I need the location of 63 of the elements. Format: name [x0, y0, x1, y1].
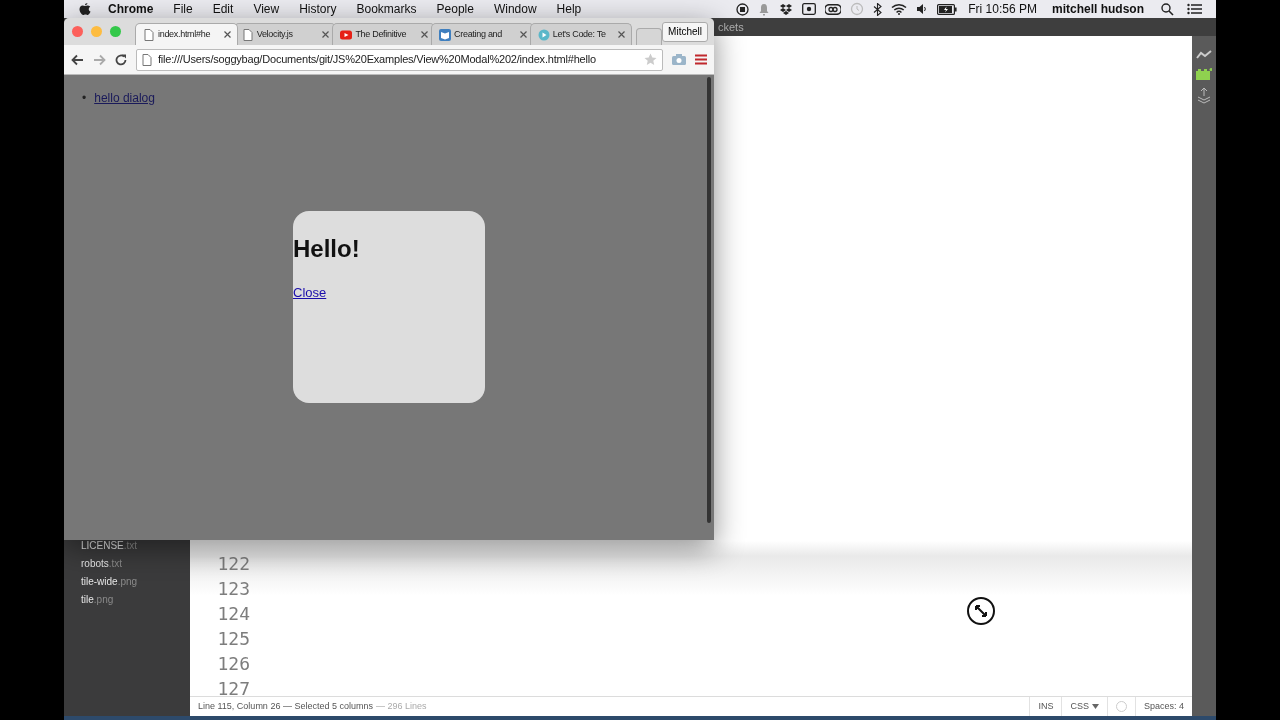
file-name[interactable]: robots.txt — [81, 556, 123, 572]
browser-tab[interactable]: index.html#he — [135, 23, 238, 45]
video-icon — [340, 28, 353, 41]
clock[interactable]: Fri 10:56 PM — [968, 0, 1037, 18]
book-icon — [439, 28, 452, 41]
star-icon[interactable] — [644, 53, 657, 66]
menu-icon[interactable] — [1187, 3, 1202, 15]
language-dropdown[interactable]: CSS — [1061, 697, 1107, 716]
page-icon — [241, 28, 254, 41]
line-count: — 296 Lines — [374, 699, 427, 713]
play-icon — [537, 28, 550, 41]
close-icon[interactable] — [519, 31, 527, 38]
dropbox-icon[interactable] — [779, 2, 794, 16]
close-icon[interactable] — [223, 31, 231, 38]
menu-item[interactable]: People — [436, 0, 474, 18]
line-number: 124 — [216, 602, 250, 626]
battery-icon[interactable] — [937, 3, 958, 15]
window-title: ckets — [718, 19, 744, 35]
cursor-position: Line 115, Column 26 — Selected 5 columns — [197, 699, 373, 713]
profile-button[interactable]: Mitchell — [662, 21, 708, 42]
creative-cloud-icon[interactable] — [825, 3, 842, 15]
line-number: 126 — [216, 652, 250, 676]
menu-item[interactable]: File — [173, 0, 193, 18]
link[interactable]: hello dialog — [94, 89, 155, 107]
file-name[interactable]: tile-wide.png — [81, 574, 138, 590]
close-link[interactable]: Close — [293, 285, 327, 300]
search-icon[interactable] — [1161, 2, 1174, 16]
line-number: 123 — [216, 577, 250, 601]
caret-icon[interactable] — [1091, 704, 1099, 709]
bluetooth-icon[interactable] — [873, 2, 883, 16]
file-name[interactable]: tile.png — [81, 592, 114, 608]
bullet: • — [82, 90, 87, 107]
user-name[interactable]: mitchell hudson — [1052, 0, 1144, 18]
page-icon — [142, 53, 152, 66]
scrollbar[interactable] — [707, 77, 711, 523]
live-preview-icon[interactable] — [1196, 50, 1212, 60]
menu-item[interactable]: Window — [493, 0, 537, 18]
wifi-icon[interactable] — [891, 3, 908, 15]
menu-item[interactable]: Bookmarks — [356, 0, 417, 18]
menu-item[interactable]: History — [299, 0, 337, 18]
reload-icon[interactable] — [115, 53, 127, 66]
close-icon[interactable] — [618, 31, 626, 38]
page-icon — [143, 28, 155, 41]
browser-tab[interactable]: Let's Code: Te — [529, 23, 633, 45]
apple-icon[interactable] — [78, 2, 92, 16]
menu-item[interactable]: Help — [556, 0, 582, 18]
line-number: 122 — [216, 552, 250, 576]
line-number: 127 — [216, 677, 250, 696]
back-icon[interactable] — [71, 53, 84, 66]
insert-mode[interactable]: INS — [1029, 697, 1062, 716]
extension-icon[interactable] — [1196, 68, 1212, 80]
close-icon[interactable] — [421, 31, 429, 38]
screen-record-icon[interactable] — [802, 3, 817, 15]
app-menu[interactable]: Chrome — [108, 0, 154, 18]
menu-item[interactable]: Edit — [212, 0, 234, 18]
dialog-heading: Hello! — [293, 234, 361, 264]
menu-item[interactable]: View — [253, 0, 280, 18]
close-icon[interactable] — [322, 31, 330, 38]
line-number: 125 — [216, 627, 250, 651]
record-icon[interactable] — [736, 2, 750, 16]
volume-icon[interactable] — [916, 3, 929, 15]
layers-icon[interactable] — [1197, 88, 1211, 104]
address-bar[interactable]: file:///Users/soggybag/Documents/git/JS%20Examples/View%20Modal%202/index.html#hello — [136, 48, 663, 71]
